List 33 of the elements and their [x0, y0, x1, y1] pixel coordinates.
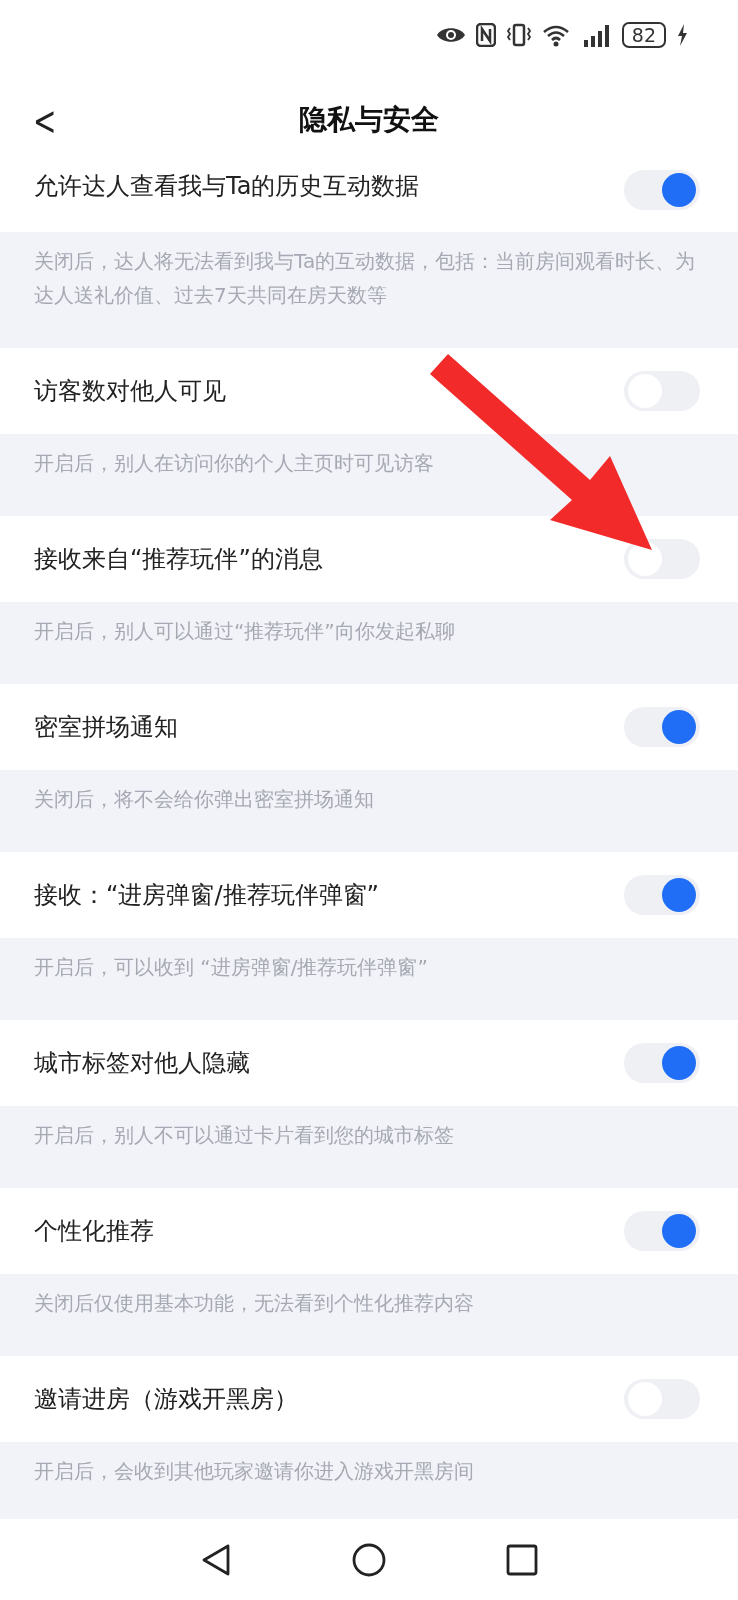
setting-description: 关闭后，将不会给你弹出密室拼场通知	[34, 787, 374, 811]
vibrate-icon	[505, 23, 532, 47]
setting-description: 关闭后，达人将无法看到我与Ta的互动数据，包括：当前房间观看时长、为达人送礼价值、过去7天共同在房天数等	[34, 249, 696, 307]
recents-nav-icon[interactable]	[506, 1543, 538, 1576]
setting-description: 开启后，别人不可以通过卡片看到您的城市标签	[34, 1123, 454, 1147]
home-nav-icon[interactable]	[352, 1542, 386, 1577]
back-button[interactable]: <	[28, 98, 61, 144]
setting-label: 允许达人查看我与Ta的历史互动数据	[34, 171, 420, 202]
setting-label: 密室拼场通知	[34, 712, 178, 743]
setting-description: 开启后，会收到其他玩家邀请你进入游戏开黑房间	[34, 1459, 474, 1483]
setting-description: 开启后，别人可以通过“推荐玩伴”向你发起私聊	[34, 619, 455, 643]
battery-level: 82	[621, 22, 666, 48]
toggle-switch[interactable]	[624, 170, 700, 210]
toggle-switch[interactable]	[624, 875, 700, 915]
setting-label: 城市标签对他人隐藏	[34, 1048, 250, 1079]
setting-description: 开启后，别人在访问你的个人主页时可见访客	[34, 451, 434, 475]
signal-icon	[581, 22, 612, 48]
toggle-switch[interactable]	[624, 1211, 700, 1251]
setting-description: 关闭后仅使用基本功能，无法看到个性化推荐内容	[34, 1291, 474, 1315]
setting-label: 接收：“进房弹窗/推荐玩伴弹窗”	[34, 880, 379, 911]
setting-label: 邀请进房（游戏开黑房）	[34, 1384, 298, 1415]
toggle-switch[interactable]	[624, 539, 700, 579]
setting-label: 接收来自“推荐玩伴”的消息	[34, 544, 323, 575]
setting-description: 开启后，可以收到 “进房弹窗/推荐玩伴弹窗”	[34, 955, 428, 979]
charging-icon	[676, 23, 688, 47]
setting-label: 访客数对他人可见	[34, 376, 226, 407]
setting-label: 个性化推荐	[34, 1216, 154, 1247]
page-title: 隐私与安全	[299, 102, 439, 138]
toggle-switch[interactable]	[624, 707, 700, 747]
eye-icon	[435, 25, 466, 45]
nfc-icon	[475, 23, 496, 47]
back-nav-icon[interactable]	[200, 1542, 232, 1577]
toggle-switch[interactable]	[624, 1043, 700, 1083]
